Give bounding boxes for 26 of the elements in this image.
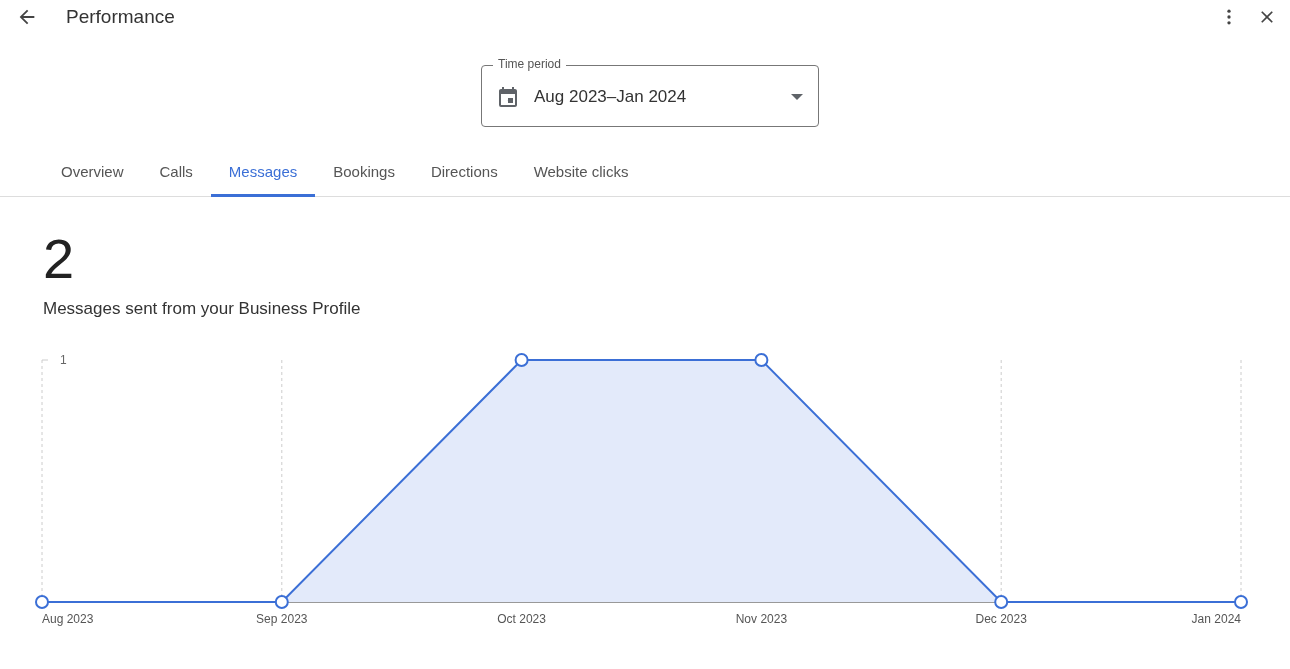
dropdown-caret-icon — [791, 94, 803, 100]
x-axis-label: Oct 2023 — [497, 612, 546, 626]
y-tick-label: 1 — [60, 353, 67, 367]
tab[interactable]: Messages — [210, 152, 316, 197]
x-axis-label: Aug 2023 — [42, 612, 94, 626]
x-axis-label: Sep 2023 — [256, 612, 308, 626]
data-point — [514, 353, 529, 367]
time-period-dropdown[interactable]: Time period Aug 2023–Jan 2024 — [481, 56, 819, 127]
metric-value: 2 — [43, 227, 75, 291]
field-label: Time period — [493, 56, 566, 72]
tab[interactable]: Bookings — [315, 152, 413, 197]
calendar-icon — [496, 85, 520, 109]
tab[interactable]: Overview — [43, 152, 142, 197]
x-axis-label: Dec 2023 — [975, 612, 1027, 626]
data-point — [35, 595, 49, 609]
tab[interactable]: Directions — [412, 152, 516, 197]
page-title: Performance — [66, 6, 175, 28]
data-point — [994, 595, 1009, 609]
data-point — [754, 353, 769, 367]
x-axis-label: Jan 2024 — [1191, 612, 1241, 626]
tab[interactable]: Website clicks — [515, 152, 647, 197]
x-axis-label: Nov 2023 — [735, 612, 788, 626]
tab[interactable]: Calls — [141, 152, 211, 197]
data-point — [274, 595, 289, 609]
data-point — [1234, 595, 1248, 609]
metric-caption: Messages sent from your Business Profile — [43, 299, 361, 319]
